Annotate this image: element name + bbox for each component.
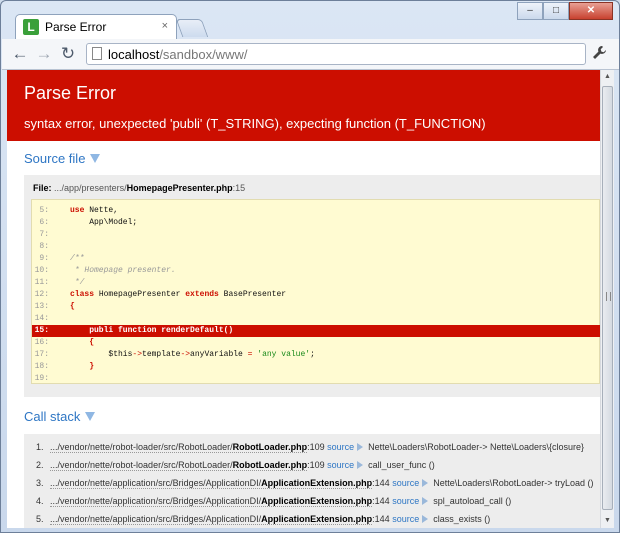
tab-title: Parse Error (45, 20, 107, 34)
stack-row: 2. .../vendor/nette/robot-loader/src/Robo… (36, 460, 435, 471)
code-line: 7: (39, 230, 49, 239)
source-toggle[interactable]: source (392, 478, 419, 488)
source-panel: File: .../app/presenters/HomepagePresent… (24, 175, 600, 397)
scroll-thumb[interactable] (602, 86, 613, 510)
code-line: 18: } (34, 362, 95, 371)
reload-icon[interactable]: ↻ (58, 44, 78, 64)
url-host: localhost (108, 47, 160, 62)
window-controls: – □ ✕ (517, 2, 613, 20)
code-line: 14: (34, 314, 49, 323)
stack-file-link[interactable]: .../vendor/nette/robot-loader/src/RobotL… (50, 460, 308, 471)
scroll-down-icon[interactable]: ▼ (601, 514, 614, 528)
code-line: 19: (34, 374, 49, 383)
forward-icon[interactable]: → (34, 44, 54, 64)
error-message: syntax error, unexpected 'publi' (T_STRI… (24, 116, 486, 131)
nette-logo-icon: L (23, 19, 39, 35)
toggle-arrow-icon (90, 154, 101, 163)
browser-toolbar: ← → ↻ localhost/sandbox/www/ (2, 39, 619, 70)
code-line-highlighted: 15: publi function renderDefault() (32, 325, 600, 337)
back-icon[interactable]: ← (10, 44, 30, 64)
code-line: 11: */ (34, 278, 85, 287)
file-label-prefix: File: (33, 183, 52, 193)
stack-file-link[interactable]: .../vendor/nette/application/src/Bridges… (50, 496, 373, 507)
close-button[interactable]: ✕ (569, 2, 613, 20)
call-stack-heading: Call stack (24, 409, 81, 424)
code-line: 6: App\Model; (39, 218, 138, 227)
source-arrow-icon (422, 497, 429, 505)
stack-row: 4. .../vendor/nette/application/src/Bridg… (36, 496, 512, 507)
source-arrow-icon (357, 461, 364, 469)
maximize-button[interactable]: □ (543, 2, 569, 20)
code-line: 17: $this->template->anyVariable = 'any … (34, 350, 315, 359)
browser-window: L Parse Error × – □ ✕ ← → ↻ localhost/sa… (0, 0, 620, 533)
new-tab-button[interactable] (175, 19, 209, 37)
file-name[interactable]: HomepagePresenter.php (127, 183, 233, 193)
source-file-toggle[interactable]: Source file (24, 151, 101, 166)
source-arrow-icon (422, 515, 429, 523)
url-text[interactable]: localhost/sandbox/www/ (108, 47, 247, 62)
error-title: Parse Error (24, 83, 117, 103)
call-stack-panel: 1. .../vendor/nette/robot-loader/src/Robo… (24, 434, 600, 528)
tab-close-icon[interactable]: × (162, 20, 168, 32)
tab-parse-error[interactable]: L Parse Error × (15, 14, 177, 40)
file-path: .../app/presenters/ (54, 183, 127, 193)
source-toggle[interactable]: source (392, 496, 419, 506)
code-line: 16: { (34, 338, 95, 347)
source-arrow-icon (422, 479, 429, 487)
stack-row: 3. .../vendor/nette/application/src/Bridg… (36, 478, 594, 489)
code-line: 13:{ (34, 302, 75, 311)
source-toggle[interactable]: source (392, 514, 419, 524)
code-line: 9:/** (39, 254, 85, 263)
stack-file-link[interactable]: .../vendor/nette/application/src/Bridges… (50, 478, 373, 489)
code-line: 8: (39, 242, 49, 251)
stack-row: 5. .../vendor/nette/application/src/Bridg… (36, 514, 491, 525)
source-toggle[interactable]: source (327, 460, 354, 470)
source-toggle[interactable]: source (327, 442, 354, 452)
file-line: :15 (232, 183, 246, 193)
code-line: 10: * Homepage presenter. (34, 266, 176, 275)
code-line: 5: use Nette, (39, 206, 119, 215)
source-arrow-icon (357, 443, 364, 451)
address-bar[interactable]: localhost/sandbox/www/ (86, 43, 586, 65)
wrench-icon[interactable] (592, 45, 607, 64)
scroll-up-icon[interactable]: ▲ (601, 70, 614, 84)
stack-row: 1. .../vendor/nette/robot-loader/src/Robo… (36, 442, 585, 453)
code-block: 5: use Nette, 6: App\Model; 7: 8: 9:/** 1… (31, 199, 600, 384)
call-stack-toggle[interactable]: Call stack (24, 409, 96, 424)
error-header: Parse Error syntax error, unexpected 'pu… (7, 70, 600, 141)
scroll-grip (606, 292, 611, 301)
stack-file-link[interactable]: .../vendor/nette/application/src/Bridges… (50, 514, 373, 525)
page-icon (92, 47, 102, 60)
file-label: File: .../app/presenters/HomepagePresent… (33, 183, 245, 193)
url-path: /sandbox/www/ (159, 47, 248, 62)
minimize-button[interactable]: – (517, 2, 543, 20)
stack-file-link[interactable]: .../vendor/nette/robot-loader/src/RobotL… (50, 442, 308, 453)
code-line: 12: class HomepagePresenter extends BaseP… (34, 290, 287, 299)
source-file-heading: Source file (24, 151, 86, 166)
vertical-scrollbar[interactable]: ▲ ▼ (600, 70, 614, 528)
page-viewport: Parse Error syntax error, unexpected 'pu… (7, 70, 600, 528)
toggle-arrow-icon (85, 412, 96, 421)
